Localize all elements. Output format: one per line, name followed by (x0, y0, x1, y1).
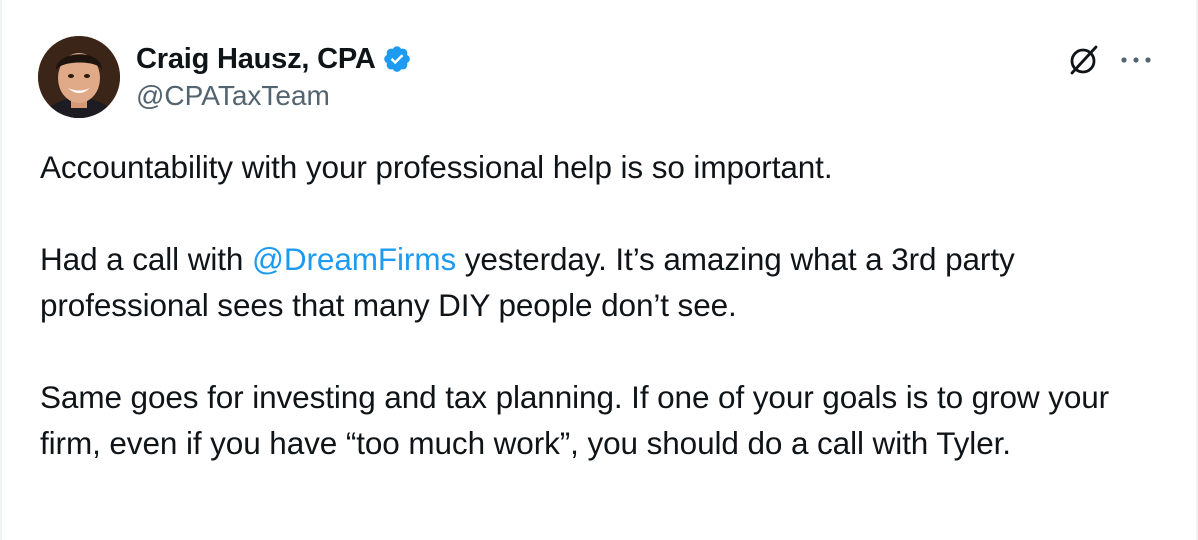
author-display-name[interactable]: Craig Hausz, CPA (136, 43, 376, 76)
author-avatar[interactable] (38, 36, 120, 118)
tweet-text: Accountability with your professional he… (40, 144, 1170, 466)
tweet-paragraph-3: Same goes for investing and tax planning… (40, 379, 1110, 461)
author-handle[interactable]: @CPATaxTeam (136, 80, 412, 112)
tweet-card[interactable]: Craig Hausz, CPA @CPATaxTeam Accountabil… (0, 0, 1198, 540)
tweet-actions (1066, 42, 1156, 78)
tweet-paragraph-2-lead: Had a call with (40, 241, 252, 277)
mention-link-dreamfirms[interactable]: @DreamFirms (252, 241, 456, 277)
author-identity: Craig Hausz, CPA @CPATaxTeam (136, 36, 412, 112)
grok-icon[interactable] (1066, 42, 1102, 78)
tweet-paragraph-1: Accountability with your professional he… (40, 149, 833, 185)
more-options-icon[interactable] (1116, 50, 1156, 70)
tweet-paragraph-2: Had a call with @DreamFirms yesterday. I… (40, 236, 1170, 328)
tweet-header: Craig Hausz, CPA @CPATaxTeam (38, 36, 1176, 118)
name-row: Craig Hausz, CPA (136, 40, 412, 78)
avatar-image (38, 36, 120, 118)
verified-badge-icon[interactable] (382, 44, 412, 74)
